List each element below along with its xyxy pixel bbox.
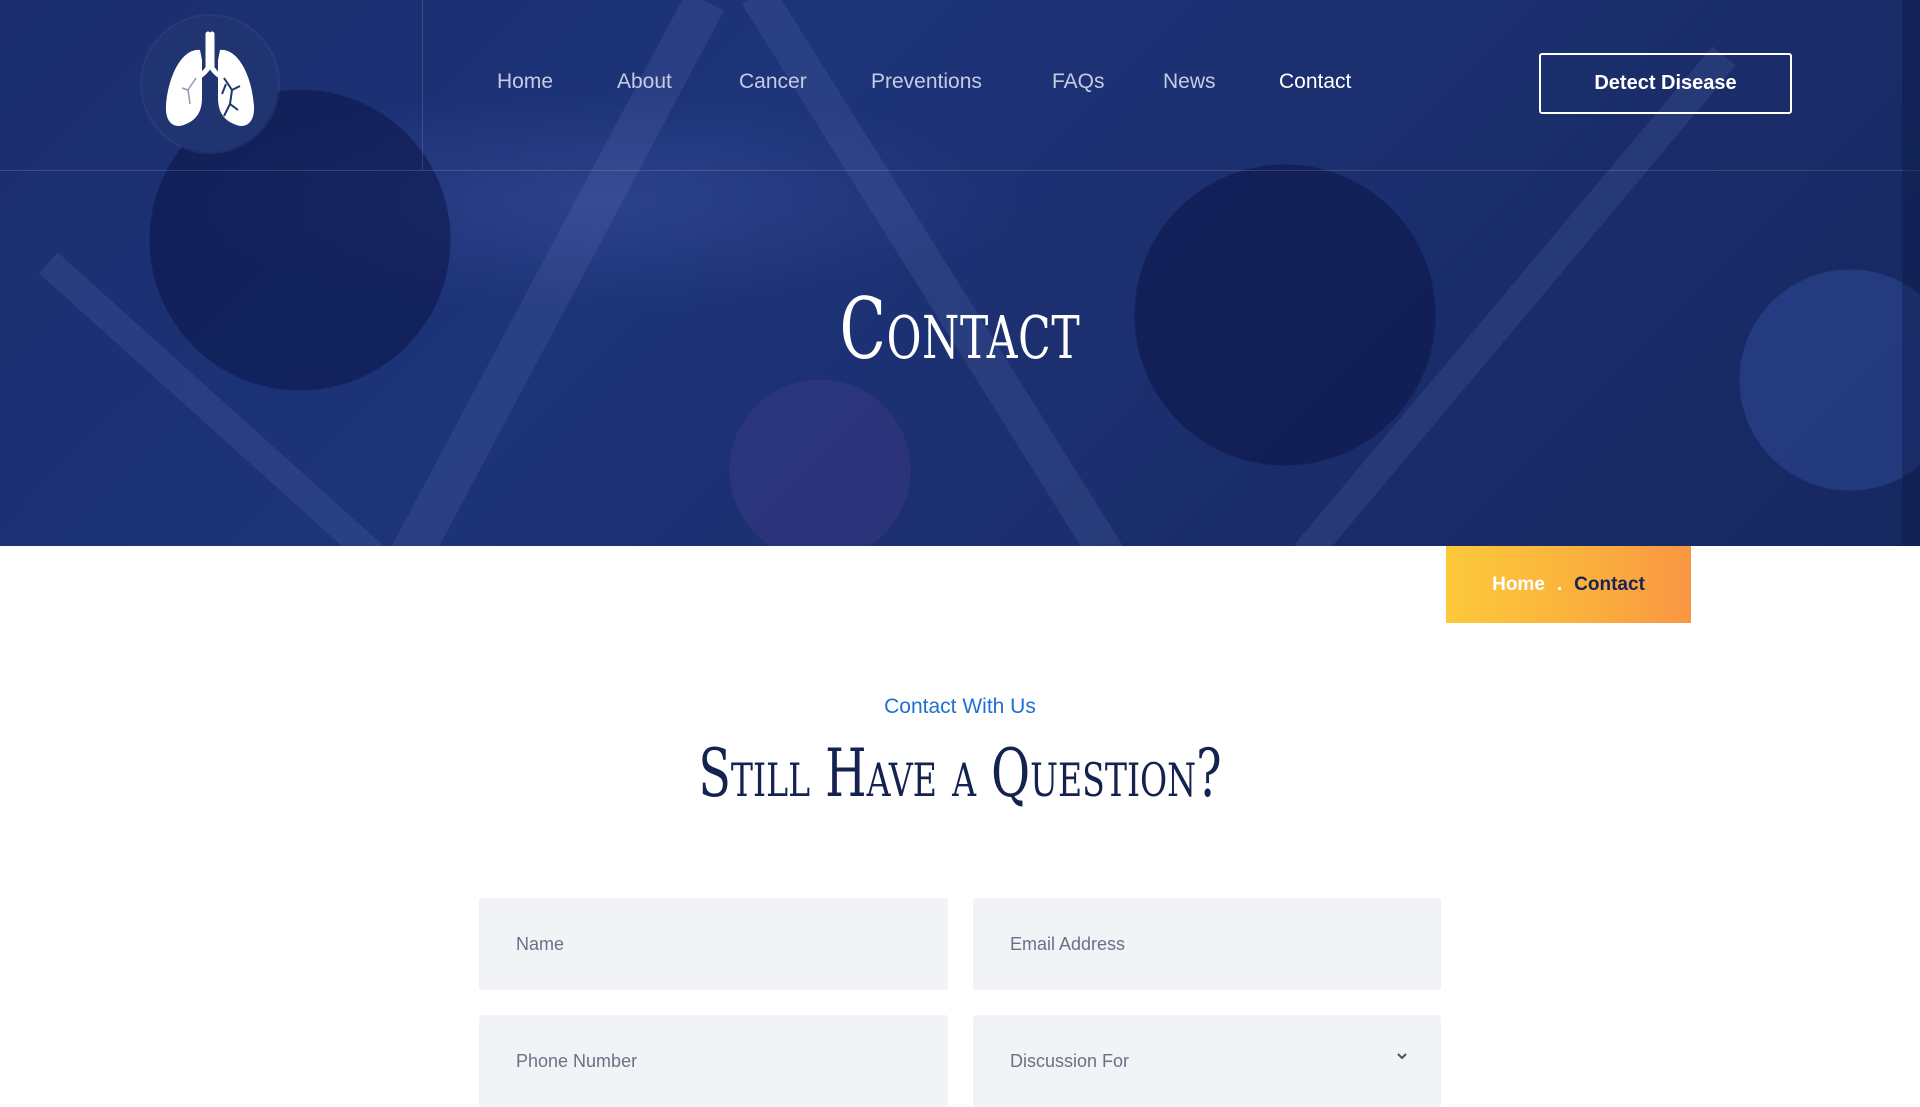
header-divider	[0, 170, 1920, 171]
logo-divider	[422, 0, 423, 170]
email-placeholder: Email Address	[1010, 933, 1126, 954]
phone-placeholder: Phone Number	[516, 1050, 638, 1071]
nav-contact[interactable]: Contact	[1279, 70, 1351, 94]
breadcrumb: Home . Contact	[1446, 546, 1691, 623]
nav-cancer[interactable]: Cancer	[739, 70, 807, 94]
nav-home[interactable]: Home	[497, 70, 553, 94]
phone-field[interactable]: Phone Number	[479, 1015, 948, 1107]
detect-disease-button[interactable]: Detect Disease	[1539, 53, 1792, 114]
breadcrumb-home-link[interactable]: Home	[1492, 574, 1545, 596]
site-logo[interactable]	[142, 16, 278, 152]
lungs-icon	[165, 31, 255, 126]
page-title: Contact	[839, 280, 1081, 378]
breadcrumb-separator: .	[1556, 573, 1563, 595]
name-placeholder: Name	[516, 933, 565, 954]
hero-banner: Home About Cancer Preventions FAQs News …	[0, 0, 1920, 546]
scrollbar-track[interactable]	[1902, 0, 1920, 546]
section-title: Still Have a Question?	[698, 735, 1222, 812]
nav-faqs[interactable]: FAQs	[1052, 70, 1105, 94]
discussion-placeholder: Discussion For	[1010, 1050, 1130, 1071]
chevron-down-icon	[1397, 1053, 1407, 1060]
section-kicker: Contact With Us	[884, 695, 1036, 718]
discussion-select[interactable]: Discussion For	[973, 1015, 1441, 1107]
breadcrumb-current: Contact	[1574, 573, 1645, 595]
email-field[interactable]: Email Address	[973, 898, 1441, 990]
name-field[interactable]: Name	[479, 898, 948, 990]
nav-about[interactable]: About	[617, 70, 672, 94]
nav-preventions[interactable]: Preventions	[871, 70, 982, 94]
nav-news[interactable]: News	[1163, 70, 1216, 94]
